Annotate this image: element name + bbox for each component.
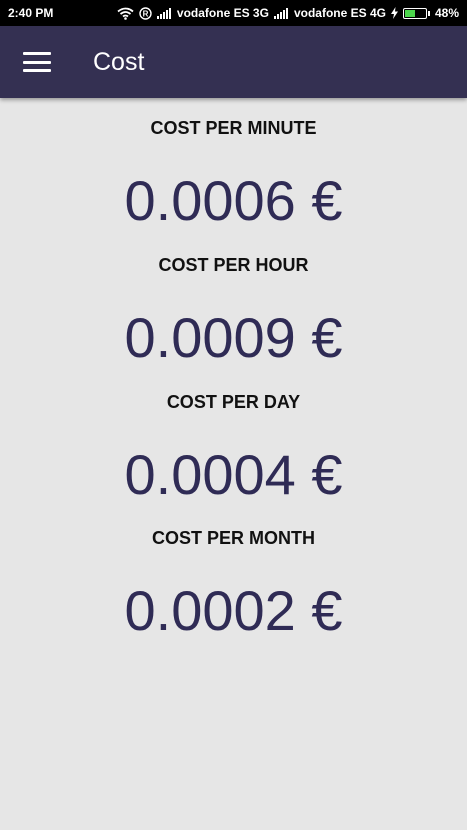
cost-per-hour-value: 0.0009 € (124, 306, 343, 369)
cost-per-month-value: 0.0002 € (124, 579, 343, 642)
charging-icon (390, 7, 398, 19)
status-time: 2:40 PM (8, 6, 54, 20)
battery-level (404, 9, 415, 17)
cost-per-day-label: COST PER DAY (166, 392, 301, 412)
signal-icon (273, 7, 289, 19)
status-bar: 2:40 PM R vodafone ES 3G vodafone ES 4G … (0, 0, 467, 26)
battery-percent: 48% (434, 6, 459, 20)
page-title: Cost (93, 47, 145, 76)
roaming-icon: R (139, 6, 152, 20)
svg-text:R: R (143, 9, 149, 18)
cost-per-hour-label: COST PER HOUR (158, 255, 309, 275)
signal-icon (156, 7, 172, 19)
battery-icon (402, 7, 430, 19)
cost-per-month-label: COST PER MONTH (151, 528, 315, 548)
cost-per-day-value: 0.0004 € (124, 443, 343, 506)
carrier-2-label: vodafone ES 4G (293, 6, 386, 20)
app-bar: Cost (0, 26, 467, 98)
wifi-icon (117, 7, 134, 20)
status-indicators: R vodafone ES 3G vodafone ES 4G 48% (117, 6, 459, 20)
carrier-1-label: vodafone ES 3G (176, 6, 269, 20)
hamburger-menu-icon[interactable] (23, 52, 51, 72)
cost-per-minute-label: COST PER MINUTE (150, 118, 317, 138)
cost-per-minute-value: 0.0006 € (124, 169, 343, 232)
